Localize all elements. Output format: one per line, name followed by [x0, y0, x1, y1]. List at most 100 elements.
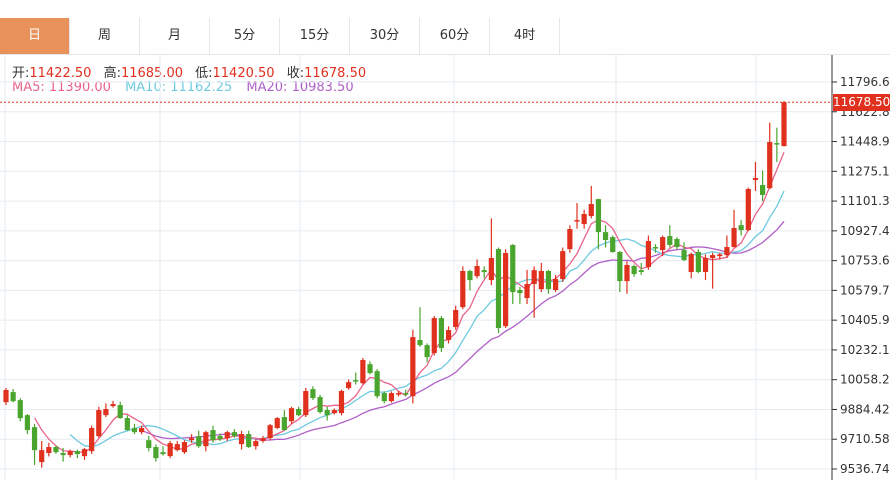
last-price-label: 11678.50 [833, 94, 890, 111]
candle-body [39, 450, 45, 463]
candle-body [438, 318, 444, 349]
candle-body [17, 400, 23, 419]
candle-body [217, 436, 223, 440]
candle-body [774, 143, 780, 145]
candle-body [117, 405, 123, 419]
ma20-line [141, 220, 785, 441]
y-tick-label: 10927.46 [840, 224, 890, 238]
candle-body [324, 410, 330, 416]
candle-body [495, 249, 502, 329]
candle-body [652, 247, 659, 249]
candle-body [645, 241, 651, 268]
candle-body [3, 390, 9, 403]
candle-body [688, 254, 694, 273]
candle-body [174, 444, 180, 451]
candle-body [238, 434, 245, 445]
candle-body [431, 318, 437, 354]
candle-body [460, 270, 466, 308]
candle-body [702, 257, 709, 273]
candle-body [374, 371, 380, 397]
candle-body [667, 236, 673, 245]
candle-body [74, 451, 80, 455]
candle-body [710, 255, 716, 258]
candle-body [395, 393, 402, 395]
candle-body [253, 441, 259, 447]
candle-body [331, 410, 337, 414]
candle-body [453, 310, 459, 327]
candle-body [517, 290, 523, 294]
candle-body [624, 265, 630, 282]
y-tick-label: 11796.66 [840, 75, 890, 89]
y-tick-label: 9536.74 [840, 462, 890, 476]
ma10-line [69, 190, 785, 448]
candle-body [588, 204, 594, 217]
candle-body [131, 428, 138, 433]
candle-body [188, 438, 195, 441]
candle-body [31, 427, 38, 451]
candle-body [89, 428, 95, 452]
candle-body [445, 330, 452, 341]
candle-body [317, 397, 323, 413]
candle-body [488, 257, 494, 281]
candlestick-chart: 11796.6611622.8211448.9811275.1411101.30… [0, 55, 890, 480]
candle-body [759, 185, 766, 195]
candle-body [139, 428, 145, 433]
candle-body [46, 447, 52, 454]
y-tick-label: 11275.14 [840, 164, 890, 178]
candle-body [660, 237, 666, 251]
candle-body [110, 404, 116, 407]
candle-body [503, 253, 509, 327]
candle-body [545, 270, 552, 290]
candle-body [481, 270, 487, 273]
candle-body [274, 418, 280, 429]
candle-body [60, 453, 66, 456]
candle-body [346, 382, 352, 389]
candle-body [310, 389, 316, 399]
candle-body [167, 443, 173, 457]
candle-body [24, 415, 31, 431]
y-tick-label: 10232.10 [840, 343, 890, 357]
candle-body [246, 434, 252, 448]
candle-body [681, 250, 687, 261]
candle-body [417, 340, 423, 346]
candle-body [281, 417, 287, 431]
candle-body [260, 438, 266, 442]
candle-body [631, 266, 637, 275]
candle-body [224, 432, 230, 439]
candle-body [360, 360, 366, 384]
candle-body [353, 380, 359, 382]
candle-body [638, 270, 644, 273]
candle-body [124, 418, 130, 431]
candle-body [424, 345, 430, 358]
candle-body [181, 442, 188, 453]
candle-body [288, 408, 295, 422]
candle-body [695, 251, 701, 273]
ma5-line [34, 151, 785, 453]
candle-body [338, 391, 345, 414]
candle-body [724, 247, 730, 256]
candle-body [560, 251, 566, 280]
candle-body [96, 410, 102, 437]
candle-body [367, 364, 373, 374]
candle-body [717, 254, 723, 257]
candle-body [752, 178, 759, 181]
y-tick-label: 9710.58 [840, 432, 890, 446]
candle-body [403, 393, 409, 395]
candle-body [767, 142, 773, 189]
candle-body [745, 188, 751, 231]
candle-body [67, 451, 73, 456]
candle-body [210, 430, 216, 441]
candle-body [10, 392, 16, 402]
candle-body [552, 279, 559, 291]
candle-body [467, 270, 473, 281]
candle-body [531, 270, 537, 285]
candle-body [103, 409, 109, 416]
candle-body [602, 232, 609, 241]
candle-body [538, 270, 544, 290]
candle-body [474, 266, 480, 277]
candle-body [196, 436, 202, 447]
candle-body [231, 432, 238, 437]
candle-body [738, 225, 744, 231]
candle-body [81, 449, 88, 457]
candle-body [595, 199, 602, 233]
